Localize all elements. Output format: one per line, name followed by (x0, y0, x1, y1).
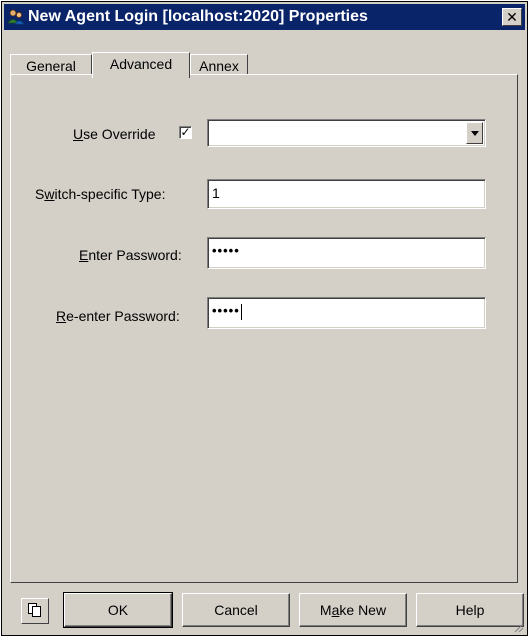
reenter-password-value: ••••• (212, 303, 242, 320)
enter-password-value: ••••• (212, 243, 240, 258)
tab-general[interactable]: General (10, 54, 92, 76)
close-button[interactable]: ✕ (502, 8, 522, 26)
make-new-button[interactable]: Make New (299, 593, 407, 627)
window-title: New Agent Login [localhost:2020] Propert… (28, 8, 368, 25)
chevron-down-icon (470, 130, 479, 136)
cancel-button[interactable]: Cancel (182, 593, 290, 627)
use-override-label: Use Override (73, 126, 156, 142)
switch-type-value: 1 (212, 185, 220, 201)
help-button-label: Help (455, 602, 485, 618)
resize-grip-icon[interactable] (512, 620, 524, 633)
copy-icon (27, 602, 43, 621)
cancel-button-label: Cancel (214, 602, 258, 618)
enter-password-field[interactable]: ••••• (207, 237, 486, 269)
help-button[interactable]: Help (416, 593, 524, 627)
switch-type-label: Switch-specific Type: (35, 186, 166, 202)
close-icon: ✕ (506, 9, 518, 25)
properties-dialog: New Agent Login [localhost:2020] Propert… (1, 1, 528, 636)
agent-login-icon (7, 8, 25, 26)
tab-advanced-label: Advanced (109, 56, 173, 72)
switch-type-input[interactable]: 1 (207, 179, 486, 209)
use-override-checkbox[interactable]: ✓ (179, 126, 192, 139)
tab-general-label: General (26, 57, 76, 74)
enter-password-label: Enter Password: (79, 247, 182, 263)
tab-annex-label: Annex (199, 57, 239, 74)
checkmark-icon: ✓ (180, 125, 191, 139)
dropdown-button[interactable] (466, 122, 483, 144)
advanced-tab-panel: Use Override ✓ Switch-specific Type: 1 E… (10, 74, 518, 583)
text-caret (240, 303, 242, 320)
copy-button[interactable] (21, 598, 49, 624)
ok-button-label: OK (107, 602, 129, 618)
title-bar[interactable]: New Agent Login [localhost:2020] Propert… (4, 4, 525, 30)
tab-advanced[interactable]: Advanced (92, 52, 190, 78)
make-new-button-label: Make New (319, 602, 387, 618)
override-select[interactable] (207, 119, 486, 147)
reenter-password-label: Re-enter Password: (56, 308, 180, 324)
tab-annex[interactable]: Annex (190, 54, 248, 76)
reenter-password-field[interactable]: ••••• (207, 297, 486, 329)
ok-button[interactable]: OK (63, 592, 173, 628)
